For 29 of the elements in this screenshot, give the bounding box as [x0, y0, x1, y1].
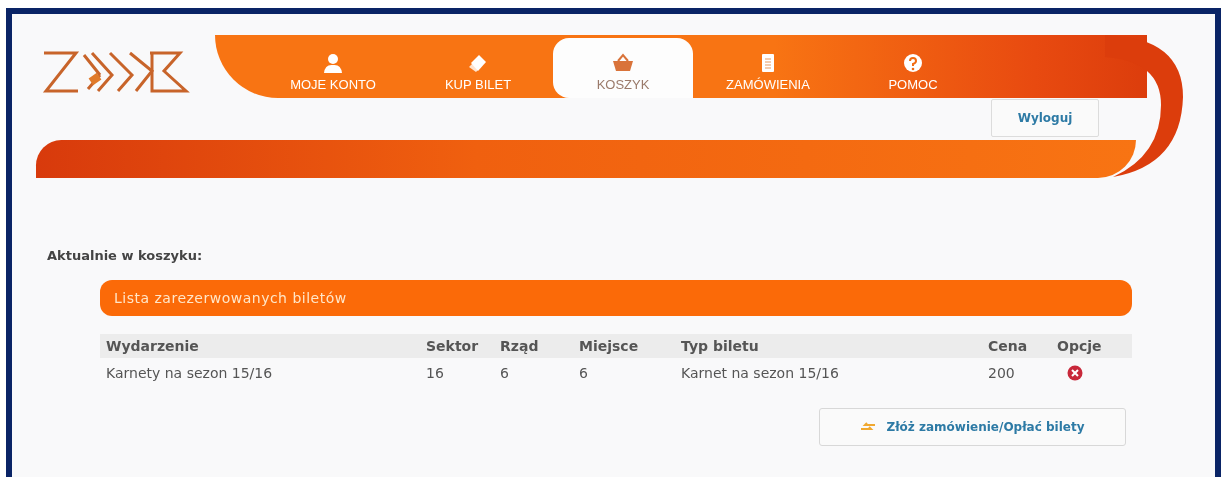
column-header: Wydarzenie — [106, 338, 200, 354]
table-cell-text: 200 — [988, 365, 1016, 381]
column-header: Opcje — [1057, 338, 1103, 354]
section-heading: Aktualnie w koszyku: — [47, 248, 204, 263]
nav-tab[interactable]: ZAMÓWIENIA — [698, 35, 838, 98]
panel-title: Lista zarezerwowanych biletów — [114, 290, 347, 306]
delete-icon[interactable] — [1067, 365, 1083, 381]
nav-tab[interactable]: POMOC — [843, 35, 983, 98]
table-cell-text: 16 — [426, 365, 445, 381]
basket-icon — [612, 53, 634, 73]
nav-tab[interactable]: KOSZYK — [553, 38, 693, 98]
arrows-icon — [860, 422, 877, 432]
help-icon — [902, 53, 924, 73]
column-header: Sektor — [426, 338, 480, 354]
column-header: Rząd — [500, 338, 540, 354]
column-header: Miejsce — [579, 338, 640, 354]
table-cell-text: Karnety na sezon 15/16 — [106, 365, 274, 381]
logout-button[interactable]: Wyloguj — [991, 99, 1099, 137]
ticket-icon — [467, 53, 489, 73]
column-header: Cena — [988, 338, 1029, 354]
table-cell-text: 6 — [579, 365, 589, 381]
person-icon — [322, 53, 344, 73]
logo-icon — [40, 49, 190, 95]
table-cell-text: 6 — [500, 365, 510, 381]
nav-tab[interactable]: KUP BILET — [408, 35, 548, 98]
nav-tab[interactable]: MOJE KONTO — [263, 35, 403, 98]
order-button[interactable]: Złóż zamówienie/Opłać bilety — [819, 408, 1126, 446]
table-cell-text: Karnet na sezon 15/16 — [681, 365, 840, 381]
column-header: Typ biletu — [681, 338, 760, 354]
